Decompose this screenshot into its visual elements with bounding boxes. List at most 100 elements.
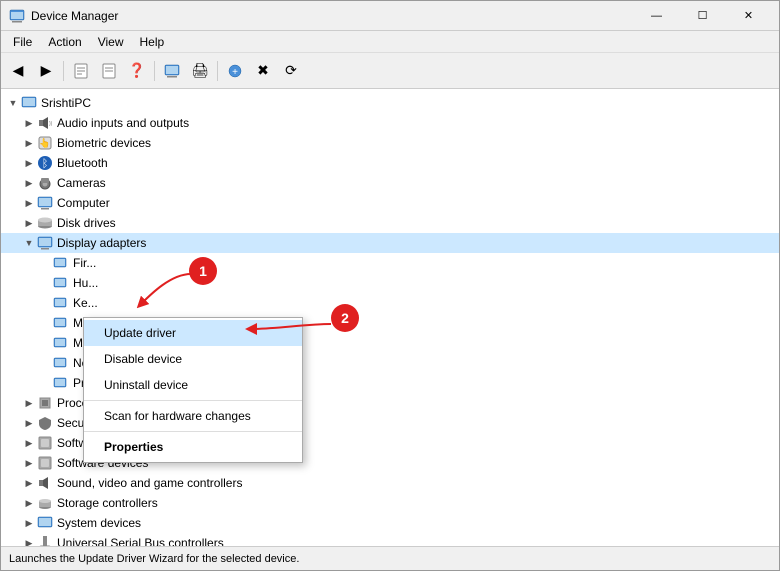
- window-title: Device Manager: [31, 9, 634, 23]
- storage-expand[interactable]: ▶: [21, 495, 37, 511]
- computer-button[interactable]: [159, 58, 185, 84]
- toolbar-separator-3: [217, 61, 218, 81]
- back-button[interactable]: ◀: [5, 58, 31, 84]
- toolbar-separator-1: [63, 61, 64, 81]
- sub3-icon: [53, 295, 69, 311]
- tree-item-display-sub1[interactable]: Fir...: [1, 253, 779, 273]
- tree-item-display-sub2[interactable]: Hu...: [1, 273, 779, 293]
- storage-label: Storage controllers: [57, 496, 158, 510]
- ctx-update-driver[interactable]: Update driver: [84, 320, 302, 346]
- tree-item-system[interactable]: ▶ System devices: [1, 513, 779, 533]
- content-area: ▼ SrishtiPC ▶ )): [1, 89, 779, 546]
- audio-label: Audio inputs and outputs: [57, 116, 189, 130]
- print-button[interactable]: 🖨: [187, 58, 213, 84]
- sound-icon: [37, 475, 53, 491]
- computer-icon: [21, 95, 37, 111]
- sub2-icon: [53, 275, 69, 291]
- biometric-label: Biometric devices: [57, 136, 151, 150]
- maximize-button[interactable]: ☐: [680, 1, 725, 31]
- svg-text:+: +: [232, 67, 238, 78]
- cameras-expand[interactable]: ▶: [21, 175, 37, 191]
- swd-expand[interactable]: ▶: [21, 455, 37, 471]
- sub7-icon: [53, 375, 69, 391]
- tree-item-usb1[interactable]: ▶ Universal Serial Bus controllers: [1, 533, 779, 546]
- svg-text:ᛒ: ᛒ: [42, 158, 49, 170]
- ctx-uninstall-device[interactable]: Uninstall device: [84, 372, 302, 398]
- remove-button[interactable]: ✖: [250, 58, 276, 84]
- callout-1: 1: [189, 257, 217, 285]
- proc-expand[interactable]: ▶: [21, 395, 37, 411]
- cameras-label: Cameras: [57, 176, 106, 190]
- display-expand[interactable]: ▼: [21, 235, 37, 251]
- sub7-expand: [37, 375, 53, 391]
- tree-item-disk[interactable]: ▶ Disk drives: [1, 213, 779, 233]
- bluetooth-expand[interactable]: ▶: [21, 155, 37, 171]
- tree-item-sound[interactable]: ▶ Sound, video and game controllers: [1, 473, 779, 493]
- ctx-disable-device[interactable]: Disable device: [84, 346, 302, 372]
- disk-label: Disk drives: [57, 216, 116, 230]
- sub6-expand: [37, 355, 53, 371]
- disk-icon: [37, 215, 53, 231]
- refresh-button[interactable]: ⟳: [278, 58, 304, 84]
- toolbar: ◀ ▶ ❓ 🖨: [1, 53, 779, 89]
- ctx-properties[interactable]: Properties: [84, 434, 302, 460]
- audio-icon: )): [37, 115, 53, 131]
- tree-item-biometric[interactable]: ▶ 👆 Biometric devices: [1, 133, 779, 153]
- computer-expand[interactable]: ▶: [21, 195, 37, 211]
- usb1-icon: [37, 535, 53, 546]
- new-button[interactable]: [96, 58, 122, 84]
- sub4-icon: [53, 315, 69, 331]
- tree-item-bluetooth[interactable]: ▶ ᛒ Bluetooth: [1, 153, 779, 173]
- menu-bar: File Action View Help: [1, 31, 779, 53]
- title-bar: Device Manager — ☐ ✕: [1, 1, 779, 31]
- device-tree[interactable]: ▼ SrishtiPC ▶ )): [1, 89, 779, 546]
- menu-help[interactable]: Help: [132, 33, 173, 51]
- sub3-label: Ke...: [73, 296, 98, 310]
- swc-expand[interactable]: ▶: [21, 435, 37, 451]
- sub6-icon: [53, 355, 69, 371]
- sub3-expand: [37, 295, 53, 311]
- sub1-expand: [37, 255, 53, 271]
- ctx-separator-1: [84, 400, 302, 401]
- title-bar-buttons: — ☐ ✕: [634, 1, 771, 31]
- scan-button[interactable]: +: [222, 58, 248, 84]
- ctx-separator-2: [84, 431, 302, 432]
- menu-file[interactable]: File: [5, 33, 40, 51]
- biometric-expand[interactable]: ▶: [21, 135, 37, 151]
- forward-button[interactable]: ▶: [33, 58, 59, 84]
- proc-icon: [37, 395, 53, 411]
- display-icon: [37, 235, 53, 251]
- properties-button[interactable]: [68, 58, 94, 84]
- sub5-icon: [53, 335, 69, 351]
- audio-expand[interactable]: ▶: [21, 115, 37, 131]
- sub1-label: Fir...: [73, 256, 96, 270]
- usb1-expand[interactable]: ▶: [21, 535, 37, 546]
- system-expand[interactable]: ▶: [21, 515, 37, 531]
- swd-icon: [37, 455, 53, 471]
- tree-root[interactable]: ▼ SrishtiPC: [1, 93, 779, 113]
- tree-item-display[interactable]: ▼ Display adapters: [1, 233, 779, 253]
- root-expand[interactable]: ▼: [5, 95, 21, 111]
- help-button[interactable]: ❓: [124, 58, 150, 84]
- security-expand[interactable]: ▶: [21, 415, 37, 431]
- display-label: Display adapters: [57, 236, 146, 250]
- status-text: Launches the Update Driver Wizard for th…: [9, 553, 299, 565]
- sound-expand[interactable]: ▶: [21, 475, 37, 491]
- svg-text:👆: 👆: [39, 137, 50, 148]
- tree-item-display-sub3[interactable]: Ke...: [1, 293, 779, 313]
- window-icon: [9, 8, 25, 24]
- tree-item-cameras[interactable]: ▶ Cameras: [1, 173, 779, 193]
- tree-item-storage[interactable]: ▶ Storage controllers: [1, 493, 779, 513]
- minimize-button[interactable]: —: [634, 1, 679, 31]
- tree-item-audio[interactable]: ▶ )) Audio inputs and outputs: [1, 113, 779, 133]
- sub2-expand: [37, 275, 53, 291]
- bluetooth-label: Bluetooth: [57, 156, 108, 170]
- menu-action[interactable]: Action: [40, 33, 89, 51]
- bluetooth-icon: ᛒ: [37, 155, 53, 171]
- menu-view[interactable]: View: [90, 33, 132, 51]
- root-label: SrishtiPC: [41, 96, 91, 110]
- tree-item-computer[interactable]: ▶ Computer: [1, 193, 779, 213]
- disk-expand[interactable]: ▶: [21, 215, 37, 231]
- close-button[interactable]: ✕: [726, 1, 771, 31]
- ctx-scan-hardware[interactable]: Scan for hardware changes: [84, 403, 302, 429]
